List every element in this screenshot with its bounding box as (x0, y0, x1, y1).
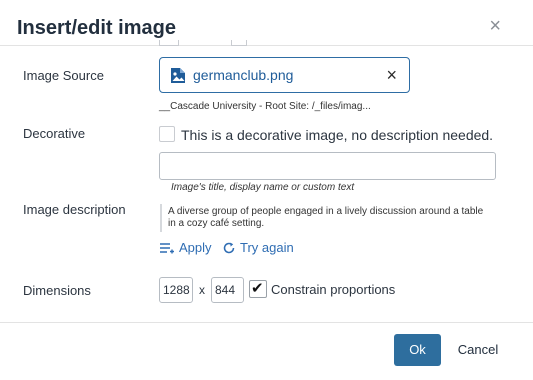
image-description-text: A diverse group of people engaged in a l… (168, 206, 484, 229)
clear-source-icon[interactable]: × (386, 65, 397, 85)
decorative-checkbox-label[interactable]: This is a decorative image, no descripti… (181, 127, 493, 143)
image-source-path: __Cascade University - Root Site: /_file… (159, 101, 371, 112)
decorative-checkbox[interactable] (159, 126, 175, 142)
constrain-proportions-checkbox[interactable]: ✔ (249, 280, 267, 298)
image-source-field[interactable]: germanclub.png × (159, 57, 410, 93)
image-file-icon (171, 68, 185, 83)
width-input[interactable]: 1288 (159, 277, 193, 303)
try-again-label: Try again (240, 240, 294, 255)
description-quote-bar (160, 204, 162, 232)
try-again-button[interactable]: Try again (222, 240, 294, 256)
dialog-title: Insert/edit image (17, 17, 176, 39)
clipped-row-control-2 (231, 40, 247, 46)
image-source-label: Image Source (23, 68, 104, 83)
image-title-input[interactable] (159, 152, 496, 180)
apply-icon (160, 243, 174, 254)
insert-edit-image-dialog: Insert/edit image × Image Source germanc… (0, 0, 533, 380)
decorative-label: Decorative (23, 126, 86, 141)
clipped-row-label (22, 40, 92, 45)
height-input[interactable]: 844 (211, 277, 244, 303)
dimensions-label: Dimensions (23, 283, 91, 298)
image-title-hint: Image's title, display name or custom te… (171, 182, 355, 193)
refresh-icon (223, 242, 235, 254)
constrain-proportions-label[interactable]: Constrain proportions (271, 282, 395, 298)
image-source-file-name[interactable]: germanclub.png (193, 67, 293, 84)
dimensions-separator: x (199, 283, 205, 297)
cancel-button[interactable]: Cancel (452, 334, 504, 366)
apply-button[interactable]: Apply (159, 240, 212, 256)
close-icon[interactable]: × (489, 16, 501, 36)
apply-label: Apply (179, 240, 212, 255)
ok-button[interactable]: Ok (394, 334, 441, 366)
image-description-label: Image description (23, 202, 126, 217)
clipped-row-control (159, 40, 179, 46)
checkmark-icon: ✔ (251, 280, 264, 297)
